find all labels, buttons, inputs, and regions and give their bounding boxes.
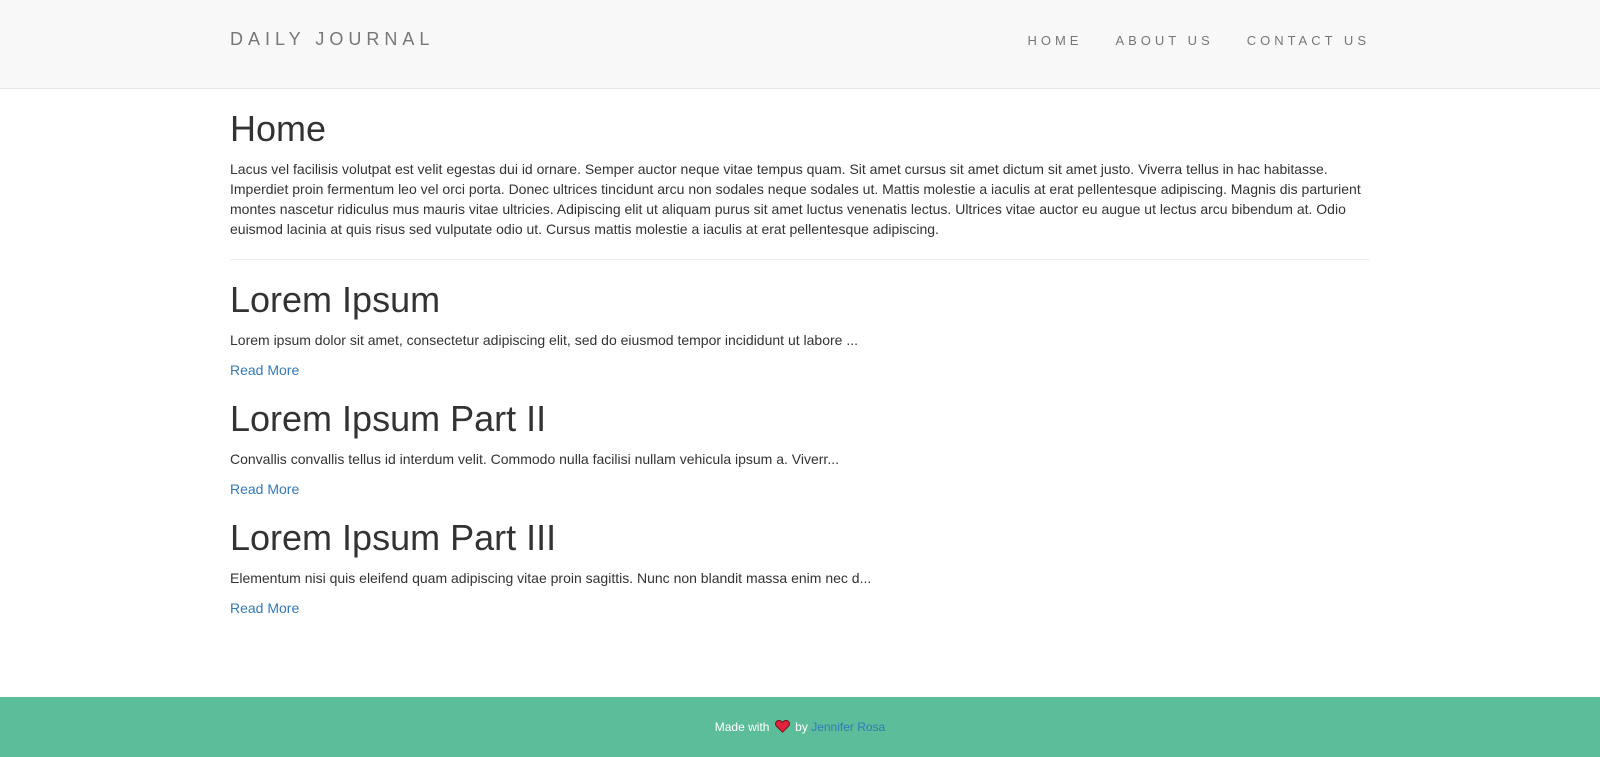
read-more-link[interactable]: Read More — [230, 479, 299, 499]
nav-item-contact: CONTACT US — [1247, 32, 1370, 50]
divider — [230, 259, 1370, 260]
heart-icon — [774, 719, 790, 736]
nav-link-home[interactable]: HOME — [1027, 33, 1082, 48]
read-more-link[interactable]: Read More — [230, 360, 299, 380]
post-title: Lorem Ipsum Part III — [230, 517, 557, 558]
post-title: Lorem Ipsum — [230, 279, 441, 320]
intro-paragraph: Lacus vel facilisis volutpat est velit e… — [230, 161, 1361, 237]
post-excerpt: Elementum nisi quis eleifend quam adipis… — [230, 570, 872, 586]
post-item: Lorem Ipsum Part II Convallis convallis … — [230, 399, 1370, 518]
navbar: DAILY JOURNAL HOME ABOUT US CONTACT US — [0, 0, 1600, 89]
post-title: Lorem Ipsum Part II — [230, 398, 547, 439]
by-text: by — [795, 720, 808, 734]
main-content: Home Lacus vel facilisis volutpat est ve… — [230, 89, 1370, 637]
nav-item-home: HOME — [1027, 32, 1082, 50]
footer-credit: Made with by Jennifer Rosa — [0, 719, 1600, 736]
footer: Made with by Jennifer Rosa — [0, 697, 1600, 757]
post-item: Lorem Ipsum Lorem ipsum dolor sit amet, … — [230, 280, 1370, 399]
nav-menu: HOME ABOUT US CONTACT US — [994, 32, 1370, 50]
post-excerpt: Convallis convallis tellus id interdum v… — [230, 451, 839, 467]
nav-item-about: ABOUT US — [1115, 32, 1213, 50]
page-title: Home — [230, 108, 327, 149]
read-more-link[interactable]: Read More — [230, 598, 299, 618]
author-link[interactable]: Jennifer Rosa — [811, 720, 885, 734]
nav-link-about-us[interactable]: ABOUT US — [1115, 33, 1213, 48]
brand-logo[interactable]: DAILY JOURNAL — [230, 29, 434, 49]
made-with-text: Made with — [714, 720, 770, 734]
nav-link-contact-us[interactable]: CONTACT US — [1247, 33, 1370, 48]
post-item: Lorem Ipsum Part III Elementum nisi quis… — [230, 518, 1370, 637]
post-excerpt: Lorem ipsum dolor sit amet, consectetur … — [230, 332, 858, 348]
